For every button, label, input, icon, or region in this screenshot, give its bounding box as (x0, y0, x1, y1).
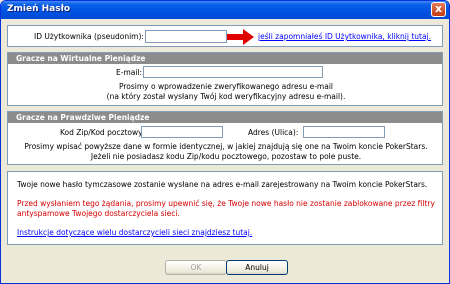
address-label: Adres (Ulica): (248, 128, 299, 137)
real-money-header: Gracze na Prawdziwe Pieniądze (8, 112, 442, 123)
close-button[interactable]: x (431, 2, 446, 17)
forgot-user-id-link[interactable]: jeśli zapomniałeś ID Użytkownika, klikni… (258, 32, 431, 41)
email-note-line2: (na który został wysłany Twój kod weryfi… (106, 92, 346, 101)
ok-button[interactable]: OK (165, 260, 227, 275)
user-id-panel: ID Użytkownika (pseudonim): jeśli zapomn… (7, 25, 443, 47)
zip-label: Kod Zip/Kod pocztowy: (60, 128, 145, 137)
email-input[interactable] (143, 66, 323, 78)
title-bar[interactable]: Zmień Hasło x (1, 1, 449, 19)
window-title: Zmień Hasło (7, 4, 71, 14)
warning-line1: Przed wysłaniem tego żądania, prosimy up… (17, 199, 435, 208)
real-money-note-line2: Jeżeli nie posiadasz kodu Zip/kodu poczt… (90, 152, 362, 161)
real-money-note-line1: Prosimy wpisać powyższe dane w formie id… (24, 142, 428, 151)
cancel-button[interactable]: Anuluj (226, 260, 288, 275)
real-money-panel: Gracze na Prawdziwe Pieniądze Kod Zip/Ko… (7, 111, 443, 165)
email-note-line1: Prosimy o wprowadzenie zweryfikowanego a… (118, 82, 334, 91)
close-icon: x (434, 2, 443, 15)
instructions-link[interactable]: Instrukcje dotyczące wielu dostarczyciel… (17, 228, 252, 237)
address-input[interactable] (303, 126, 385, 138)
virtual-money-panel: Gracze na Wirtualne Pieniądze E-mail: Pr… (7, 52, 443, 106)
email-label: E-mail: (116, 68, 143, 77)
warning-line2: antyspamowe Twojego dostarczyciela sieci… (17, 209, 180, 218)
virtual-money-header: Gracze na Wirtualne Pieniądze (8, 53, 442, 64)
user-id-input[interactable] (145, 30, 227, 43)
change-password-dialog: Zmień Hasło x ID Użytkownika (pseudonim)… (0, 0, 450, 284)
zip-input[interactable] (141, 126, 223, 138)
red-arrow-icon (227, 29, 254, 45)
user-id-label: ID Użytkownika (pseudonim): (34, 32, 144, 41)
info-line: Twoje nowe hasło tymczasowe zostanie wys… (17, 180, 428, 189)
info-panel: Twoje nowe hasło tymczasowe zostanie wys… (7, 171, 443, 245)
